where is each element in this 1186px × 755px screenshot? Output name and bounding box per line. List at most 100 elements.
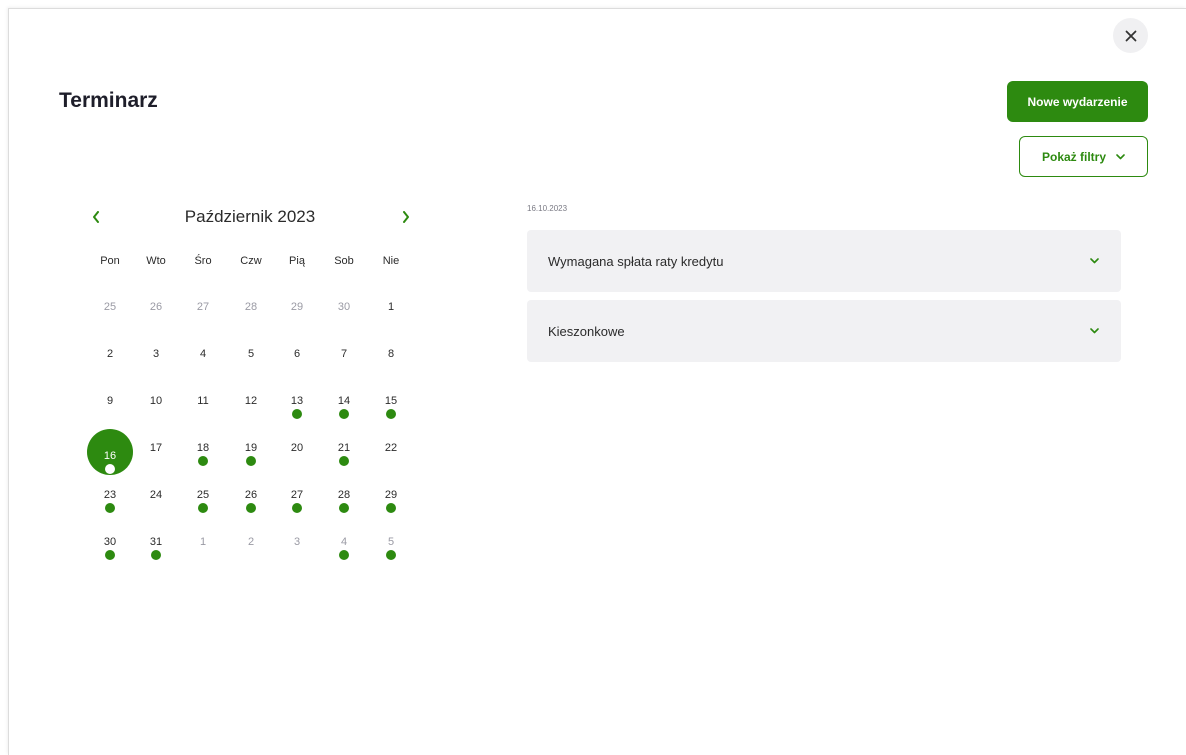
calendar-day[interactable]: 21 [321, 435, 367, 481]
calendar-day[interactable]: 2 [228, 529, 274, 575]
calendar-day[interactable]: 26 [133, 294, 179, 340]
calendar-day[interactable]: 28 [228, 294, 274, 340]
calendar-day[interactable]: 1 [180, 529, 226, 575]
day-number: 2 [106, 348, 114, 360]
day-number: 2 [247, 536, 255, 548]
calendar-day[interactable]: 17 [133, 435, 179, 481]
calendar-day[interactable]: 31 [133, 529, 179, 575]
calendar-day[interactable]: 11 [180, 388, 226, 434]
next-month-button[interactable] [396, 206, 416, 228]
calendar-day[interactable]: 29 [368, 482, 414, 528]
calendar-day[interactable]: 9 [87, 388, 133, 434]
calendar-day[interactable]: 2 [87, 341, 133, 387]
day-number: 28 [244, 301, 258, 313]
day-number: 1 [387, 301, 395, 313]
day-number: 21 [337, 442, 351, 454]
event-indicator-dot [105, 550, 115, 560]
day-number: 13 [290, 395, 304, 407]
day-number: 7 [340, 348, 348, 360]
weekday-label: Pon [100, 255, 120, 267]
calendar-day[interactable]: 27 [274, 482, 320, 528]
calendar-day[interactable]: 3 [274, 529, 320, 575]
day-number: 27 [290, 489, 304, 501]
day-number: 25 [103, 301, 117, 313]
day-number: 20 [290, 442, 304, 454]
day-number: 5 [387, 536, 395, 548]
day-number: 28 [337, 489, 351, 501]
event-item[interactable]: Kieszonkowe [527, 300, 1121, 362]
calendar-day[interactable]: 30 [87, 529, 133, 575]
calendar-day[interactable]: 27 [180, 294, 226, 340]
close-icon [1125, 30, 1136, 41]
calendar-day[interactable]: 5 [228, 341, 274, 387]
day-number: 14 [337, 395, 351, 407]
event-indicator-dot [339, 503, 349, 513]
calendar-day[interactable]: 7 [321, 341, 367, 387]
calendar-day[interactable]: 19 [228, 435, 274, 481]
calendar-day[interactable]: 6 [274, 341, 320, 387]
day-number: 3 [293, 536, 301, 548]
calendar-day[interactable]: 29 [274, 294, 320, 340]
calendar-day[interactable]: 28 [321, 482, 367, 528]
calendar-day[interactable]: 25 [180, 482, 226, 528]
day-number: 29 [290, 301, 304, 313]
day-number: 15 [384, 395, 398, 407]
calendar-day[interactable]: 25 [87, 294, 133, 340]
event-indicator-dot [292, 503, 302, 513]
day-number: 30 [337, 301, 351, 313]
calendar-day[interactable]: 3 [133, 341, 179, 387]
calendar-day[interactable]: 22 [368, 435, 414, 481]
calendar-day[interactable]: 10 [133, 388, 179, 434]
day-number: 11 [197, 395, 209, 407]
calendar-day[interactable]: 23 [87, 482, 133, 528]
calendar-day[interactable]: 14 [321, 388, 367, 434]
event-indicator-dot [105, 464, 115, 474]
event-indicator-dot [151, 550, 161, 560]
event-indicator-dot [339, 456, 349, 466]
event-indicator-dot [246, 503, 256, 513]
new-event-button[interactable]: Nowe wydarzenie [1007, 81, 1148, 122]
calendar-day[interactable]: 15 [368, 388, 414, 434]
day-number: 3 [152, 348, 160, 360]
calendar-day[interactable]: 13 [274, 388, 320, 434]
day-number: 23 [103, 489, 117, 501]
show-filters-button[interactable]: Pokaż filtry [1019, 136, 1148, 177]
event-indicator-dot [198, 503, 208, 513]
calendar-day[interactable]: 4 [180, 341, 226, 387]
day-number: 26 [244, 489, 258, 501]
event-indicator-dot [386, 550, 396, 560]
event-indicator-dot [105, 503, 115, 513]
calendar-day[interactable]: 1 [368, 294, 414, 340]
day-number: 8 [387, 348, 395, 360]
event-item[interactable]: Wymagana spłata raty kredytu [527, 230, 1121, 292]
day-number: 1 [199, 536, 207, 548]
event-indicator-dot [386, 409, 396, 419]
calendar-day[interactable]: 24 [133, 482, 179, 528]
close-button[interactable] [1113, 18, 1148, 53]
prev-month-button[interactable] [86, 206, 106, 228]
event-indicator-dot [198, 456, 208, 466]
calendar-day[interactable]: 4 [321, 529, 367, 575]
weekday-label: Pią [289, 255, 305, 267]
calendar-day[interactable]: 26 [228, 482, 274, 528]
calendar-day[interactable]: 12 [228, 388, 274, 434]
calendar-day[interactable]: 30 [321, 294, 367, 340]
day-number: 22 [384, 442, 398, 454]
event-indicator-dot [246, 456, 256, 466]
day-number: 5 [247, 348, 255, 360]
calendar-day[interactable]: 8 [368, 341, 414, 387]
day-number: 31 [149, 536, 163, 548]
month-label: Październik 2023 [184, 207, 316, 226]
page-title: Terminarz [59, 89, 158, 112]
day-number: 4 [199, 348, 207, 360]
day-number: 29 [384, 489, 398, 501]
chevron-right-icon [403, 211, 409, 223]
calendar-day-selected[interactable]: 16 [87, 429, 133, 481]
weekday-label: Wto [146, 255, 166, 267]
calendar-day[interactable]: 5 [368, 529, 414, 575]
chevron-down-icon [1090, 258, 1099, 264]
day-number: 6 [293, 348, 301, 360]
calendar-day[interactable]: 18 [180, 435, 226, 481]
day-number: 25 [196, 489, 210, 501]
calendar-day[interactable]: 20 [274, 435, 320, 481]
